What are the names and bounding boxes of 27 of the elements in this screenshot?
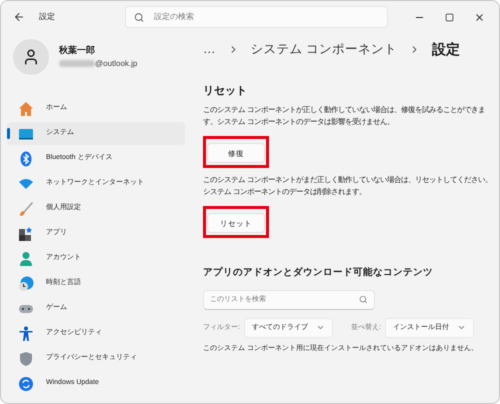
profile-name: 秋葉一郎 <box>59 44 96 58</box>
breadcrumb-item[interactable]: システム コンポーネント <box>250 40 397 58</box>
person-icon <box>22 48 40 66</box>
home-icon <box>18 100 34 116</box>
section-heading: アプリのアドオンとダウンロード可能なコンテンツ <box>203 266 434 280</box>
search-icon <box>359 295 368 304</box>
bluetooth-icon <box>18 150 34 166</box>
breadcrumb-item[interactable]: … <box>203 40 216 58</box>
close-icon[interactable] <box>474 12 485 22</box>
brush-icon <box>18 200 34 216</box>
window-title: 設定 <box>39 11 55 23</box>
search-input[interactable]: 設定の検索 <box>154 11 379 23</box>
maximize-icon[interactable] <box>445 12 454 22</box>
selection-indicator <box>7 128 10 139</box>
shield-icon <box>18 350 34 366</box>
breadcrumb-item: 設定 <box>432 40 460 58</box>
back-icon[interactable] <box>13 11 25 23</box>
person-icon <box>18 250 34 266</box>
search-icon <box>134 12 144 22</box>
blurred-redaction <box>59 60 95 68</box>
section-heading: リセット <box>203 84 248 99</box>
update-icon <box>18 376 34 392</box>
search-field[interactable]: 設定の検索 <box>125 6 388 28</box>
accessibility-icon <box>18 326 34 342</box>
apps-icon <box>18 226 34 242</box>
globe-clock-icon <box>18 276 34 292</box>
profile-email: @outlook.jp <box>95 58 138 70</box>
